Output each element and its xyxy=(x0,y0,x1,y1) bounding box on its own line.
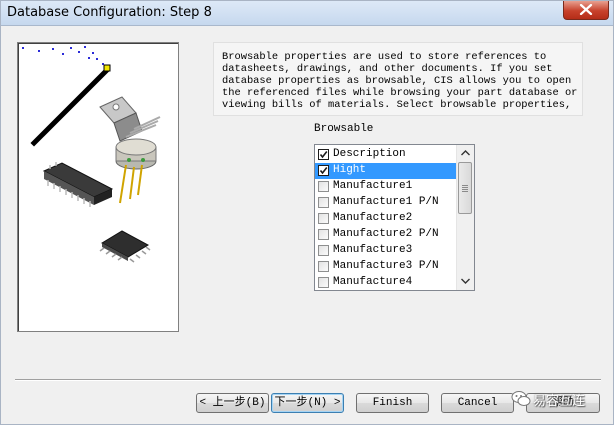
item-label: Manufacture4 xyxy=(333,276,413,288)
title-bar[interactable]: Database Configuration: Step 8 xyxy=(1,1,613,26)
footer-separator xyxy=(15,379,601,381)
item-label: Manufacture1 xyxy=(333,180,413,192)
browsable-listbox[interactable]: Description Hight Manufacture1 Manufacture1… xyxy=(314,144,475,291)
browsable-item[interactable]: Manufacture3 P/N xyxy=(315,259,458,275)
voltage-regulator-part xyxy=(99,96,161,142)
browsable-item[interactable]: Manufacture2 xyxy=(315,211,458,227)
watermark: 易容互连 xyxy=(511,386,603,414)
window-title: Database Configuration: Step 8 xyxy=(7,5,212,20)
item-label: Hight xyxy=(333,164,367,176)
browsable-item[interactable]: Manufacture3 xyxy=(315,243,458,259)
item-checkbox[interactable] xyxy=(318,149,329,160)
item-label: Description xyxy=(333,148,406,160)
description-text: Browsable properties are used to store r… xyxy=(222,51,578,111)
item-label: Manufacture3 P/N xyxy=(333,260,439,272)
item-label: Manufacture2 xyxy=(333,212,413,224)
item-checkbox[interactable] xyxy=(318,245,329,256)
browsable-item[interactable]: Manufacture1 P/N xyxy=(315,195,458,211)
checkmark-icon xyxy=(319,151,328,159)
chevron-down-icon xyxy=(461,278,470,284)
dialog-window: Database Configuration: Step 8 Browsable… xyxy=(0,0,614,425)
wechat-icon xyxy=(511,391,531,406)
sparkle-dots xyxy=(22,46,104,65)
browsable-item[interactable]: Manufacture2 P/N xyxy=(315,227,458,243)
magic-wand xyxy=(30,67,110,147)
item-checkbox[interactable] xyxy=(318,261,329,272)
wizard-illustration xyxy=(17,42,179,332)
transistor-part xyxy=(115,138,157,204)
item-checkbox[interactable] xyxy=(318,277,329,288)
browsable-item[interactable]: Manufacture1 xyxy=(315,179,458,195)
chevron-up-icon xyxy=(461,150,470,156)
item-label: Manufacture1 P/N xyxy=(333,196,439,208)
item-label: Manufacture2 P/N xyxy=(333,228,439,240)
checkmark-icon xyxy=(319,167,328,175)
item-checkbox[interactable] xyxy=(318,165,329,176)
scroll-up-button[interactable] xyxy=(457,145,474,162)
soic-chip-part xyxy=(99,230,151,263)
browsable-items: Description Hight Manufacture1 Manufacture1… xyxy=(315,147,458,290)
components-illustration xyxy=(22,46,161,263)
description-panel: Browsable properties are used to store r… xyxy=(213,42,583,116)
close-icon xyxy=(579,4,593,15)
item-checkbox[interactable] xyxy=(318,213,329,224)
browsable-item[interactable]: Description xyxy=(315,147,458,163)
item-checkbox[interactable] xyxy=(318,229,329,240)
dip-chip-part xyxy=(42,162,114,207)
finish-button[interactable]: Finish xyxy=(356,393,429,413)
item-label: Manufacture3 xyxy=(333,244,413,256)
browsable-item[interactable]: Hight xyxy=(315,163,458,179)
next-button[interactable]: 下一步(N) > xyxy=(271,393,344,413)
cancel-button[interactable]: Cancel xyxy=(441,393,514,413)
scroll-down-button[interactable] xyxy=(457,273,474,290)
back-button[interactable]: < 上一步(B) xyxy=(196,393,269,413)
browsable-item[interactable]: Manufacture4 xyxy=(315,275,458,290)
item-checkbox[interactable] xyxy=(318,197,329,208)
close-button[interactable] xyxy=(563,1,609,20)
vertical-scrollbar[interactable] xyxy=(456,145,474,290)
browsable-label: Browsable xyxy=(314,123,374,135)
watermark-text: 易容互连 xyxy=(533,394,586,409)
item-checkbox[interactable] xyxy=(318,181,329,192)
scroll-thumb[interactable] xyxy=(458,162,472,214)
